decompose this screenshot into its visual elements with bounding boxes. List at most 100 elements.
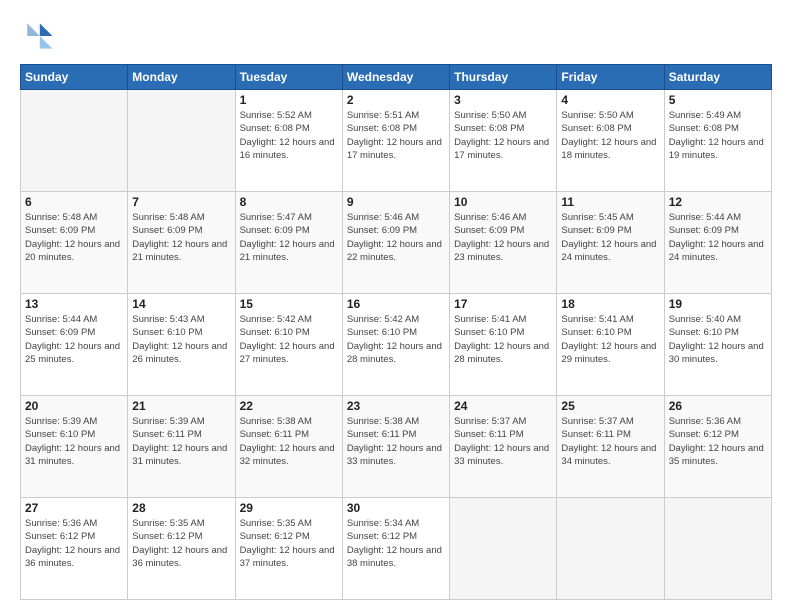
day-info: Sunrise: 5:38 AM Sunset: 6:11 PM Dayligh… <box>240 415 338 468</box>
week-row-3: 13Sunrise: 5:44 AM Sunset: 6:09 PM Dayli… <box>21 294 772 396</box>
day-info: Sunrise: 5:52 AM Sunset: 6:08 PM Dayligh… <box>240 109 338 162</box>
day-number: 22 <box>240 399 338 413</box>
day-info: Sunrise: 5:37 AM Sunset: 6:11 PM Dayligh… <box>561 415 659 468</box>
day-number: 21 <box>132 399 230 413</box>
day-info: Sunrise: 5:45 AM Sunset: 6:09 PM Dayligh… <box>561 211 659 264</box>
day-cell: 10Sunrise: 5:46 AM Sunset: 6:09 PM Dayli… <box>450 192 557 294</box>
day-info: Sunrise: 5:42 AM Sunset: 6:10 PM Dayligh… <box>347 313 445 366</box>
week-row-1: 1 Sunrise: 5:52 AM Sunset: 6:08 PM Daylig… <box>21 90 772 192</box>
day-cell: 7Sunrise: 5:48 AM Sunset: 6:09 PM Daylig… <box>128 192 235 294</box>
day-cell <box>21 90 128 192</box>
week-row-2: 6 Sunrise: 5:48 AM Sunset: 6:09 PM Daylig… <box>21 192 772 294</box>
day-cell: 20 Sunrise: 5:39 AM Sunset: 6:10 PM Dayli… <box>21 396 128 498</box>
day-info: Sunrise: 5:35 AM Sunset: 6:12 PM Dayligh… <box>240 517 338 570</box>
day-info: Sunrise: 5:49 AM Sunset: 6:08 PM Dayligh… <box>669 109 767 162</box>
day-info: Sunrise: 5:40 AM Sunset: 6:10 PM Dayligh… <box>669 313 767 366</box>
day-number: 29 <box>240 501 338 515</box>
day-cell: 30 Sunrise: 5:34 AM Sunset: 6:12 PM Dayli… <box>342 498 449 600</box>
logo-icon <box>20 18 56 54</box>
week-row-4: 20 Sunrise: 5:39 AM Sunset: 6:10 PM Dayli… <box>21 396 772 498</box>
day-number: 30 <box>347 501 445 515</box>
day-number: 12 <box>669 195 767 209</box>
day-cell: 15 Sunrise: 5:42 AM Sunset: 6:10 PM Dayli… <box>235 294 342 396</box>
day-header-thursday: Thursday <box>450 65 557 90</box>
day-info: Sunrise: 5:39 AM Sunset: 6:11 PM Dayligh… <box>132 415 230 468</box>
day-info: Sunrise: 5:44 AM Sunset: 6:09 PM Dayligh… <box>25 313 123 366</box>
day-number: 23 <box>347 399 445 413</box>
day-number: 7 <box>132 195 230 209</box>
day-cell <box>557 498 664 600</box>
day-cell <box>664 498 771 600</box>
day-cell: 19 Sunrise: 5:40 AM Sunset: 6:10 PM Dayli… <box>664 294 771 396</box>
day-number: 18 <box>561 297 659 311</box>
day-cell: 25 Sunrise: 5:37 AM Sunset: 6:11 PM Dayli… <box>557 396 664 498</box>
calendar-header: SundayMondayTuesdayWednesdayThursdayFrid… <box>21 65 772 90</box>
day-number: 1 <box>240 93 338 107</box>
day-cell <box>128 90 235 192</box>
calendar-body: 1 Sunrise: 5:52 AM Sunset: 6:08 PM Daylig… <box>21 90 772 600</box>
day-info: Sunrise: 5:36 AM Sunset: 6:12 PM Dayligh… <box>25 517 123 570</box>
day-info: Sunrise: 5:48 AM Sunset: 6:09 PM Dayligh… <box>25 211 123 264</box>
day-number: 20 <box>25 399 123 413</box>
day-info: Sunrise: 5:41 AM Sunset: 6:10 PM Dayligh… <box>454 313 552 366</box>
header-row: SundayMondayTuesdayWednesdayThursdayFrid… <box>21 65 772 90</box>
day-info: Sunrise: 5:43 AM Sunset: 6:10 PM Dayligh… <box>132 313 230 366</box>
day-cell: 16 Sunrise: 5:42 AM Sunset: 6:10 PM Dayli… <box>342 294 449 396</box>
day-info: Sunrise: 5:51 AM Sunset: 6:08 PM Dayligh… <box>347 109 445 162</box>
day-cell <box>450 498 557 600</box>
day-info: Sunrise: 5:41 AM Sunset: 6:10 PM Dayligh… <box>561 313 659 366</box>
day-cell: 18 Sunrise: 5:41 AM Sunset: 6:10 PM Dayli… <box>557 294 664 396</box>
day-number: 16 <box>347 297 445 311</box>
day-number: 3 <box>454 93 552 107</box>
calendar-table: SundayMondayTuesdayWednesdayThursdayFrid… <box>20 64 772 600</box>
day-info: Sunrise: 5:34 AM Sunset: 6:12 PM Dayligh… <box>347 517 445 570</box>
day-info: Sunrise: 5:47 AM Sunset: 6:09 PM Dayligh… <box>240 211 338 264</box>
day-info: Sunrise: 5:38 AM Sunset: 6:11 PM Dayligh… <box>347 415 445 468</box>
day-cell: 1 Sunrise: 5:52 AM Sunset: 6:08 PM Daylig… <box>235 90 342 192</box>
day-cell: 9Sunrise: 5:46 AM Sunset: 6:09 PM Daylig… <box>342 192 449 294</box>
day-cell: 21 Sunrise: 5:39 AM Sunset: 6:11 PM Dayli… <box>128 396 235 498</box>
day-info: Sunrise: 5:42 AM Sunset: 6:10 PM Dayligh… <box>240 313 338 366</box>
day-cell: 23 Sunrise: 5:38 AM Sunset: 6:11 PM Dayli… <box>342 396 449 498</box>
day-header-tuesday: Tuesday <box>235 65 342 90</box>
day-number: 6 <box>25 195 123 209</box>
day-number: 19 <box>669 297 767 311</box>
day-number: 25 <box>561 399 659 413</box>
day-cell: 26Sunrise: 5:36 AM Sunset: 6:12 PM Dayli… <box>664 396 771 498</box>
day-cell: 27 Sunrise: 5:36 AM Sunset: 6:12 PM Dayli… <box>21 498 128 600</box>
day-cell: 24 Sunrise: 5:37 AM Sunset: 6:11 PM Dayli… <box>450 396 557 498</box>
day-info: Sunrise: 5:37 AM Sunset: 6:11 PM Dayligh… <box>454 415 552 468</box>
day-cell: 8 Sunrise: 5:47 AM Sunset: 6:09 PM Daylig… <box>235 192 342 294</box>
day-cell: 28 Sunrise: 5:35 AM Sunset: 6:12 PM Dayli… <box>128 498 235 600</box>
day-cell: 12Sunrise: 5:44 AM Sunset: 6:09 PM Dayli… <box>664 192 771 294</box>
day-cell: 22 Sunrise: 5:38 AM Sunset: 6:11 PM Dayli… <box>235 396 342 498</box>
day-cell: 6 Sunrise: 5:48 AM Sunset: 6:09 PM Daylig… <box>21 192 128 294</box>
header <box>20 18 772 54</box>
day-info: Sunrise: 5:46 AM Sunset: 6:09 PM Dayligh… <box>454 211 552 264</box>
day-header-wednesday: Wednesday <box>342 65 449 90</box>
day-info: Sunrise: 5:39 AM Sunset: 6:10 PM Dayligh… <box>25 415 123 468</box>
day-info: Sunrise: 5:50 AM Sunset: 6:08 PM Dayligh… <box>561 109 659 162</box>
day-number: 8 <box>240 195 338 209</box>
day-number: 27 <box>25 501 123 515</box>
day-number: 11 <box>561 195 659 209</box>
day-cell: 14Sunrise: 5:43 AM Sunset: 6:10 PM Dayli… <box>128 294 235 396</box>
day-header-sunday: Sunday <box>21 65 128 90</box>
page: SundayMondayTuesdayWednesdayThursdayFrid… <box>0 0 792 612</box>
day-number: 9 <box>347 195 445 209</box>
day-cell: 17Sunrise: 5:41 AM Sunset: 6:10 PM Dayli… <box>450 294 557 396</box>
day-cell: 5 Sunrise: 5:49 AM Sunset: 6:08 PM Daylig… <box>664 90 771 192</box>
day-number: 24 <box>454 399 552 413</box>
day-number: 26 <box>669 399 767 413</box>
day-info: Sunrise: 5:50 AM Sunset: 6:08 PM Dayligh… <box>454 109 552 162</box>
day-info: Sunrise: 5:35 AM Sunset: 6:12 PM Dayligh… <box>132 517 230 570</box>
day-number: 15 <box>240 297 338 311</box>
day-number: 28 <box>132 501 230 515</box>
day-header-saturday: Saturday <box>664 65 771 90</box>
day-number: 2 <box>347 93 445 107</box>
day-header-monday: Monday <box>128 65 235 90</box>
logo <box>20 18 60 54</box>
day-number: 5 <box>669 93 767 107</box>
day-header-friday: Friday <box>557 65 664 90</box>
day-cell: 13Sunrise: 5:44 AM Sunset: 6:09 PM Dayli… <box>21 294 128 396</box>
